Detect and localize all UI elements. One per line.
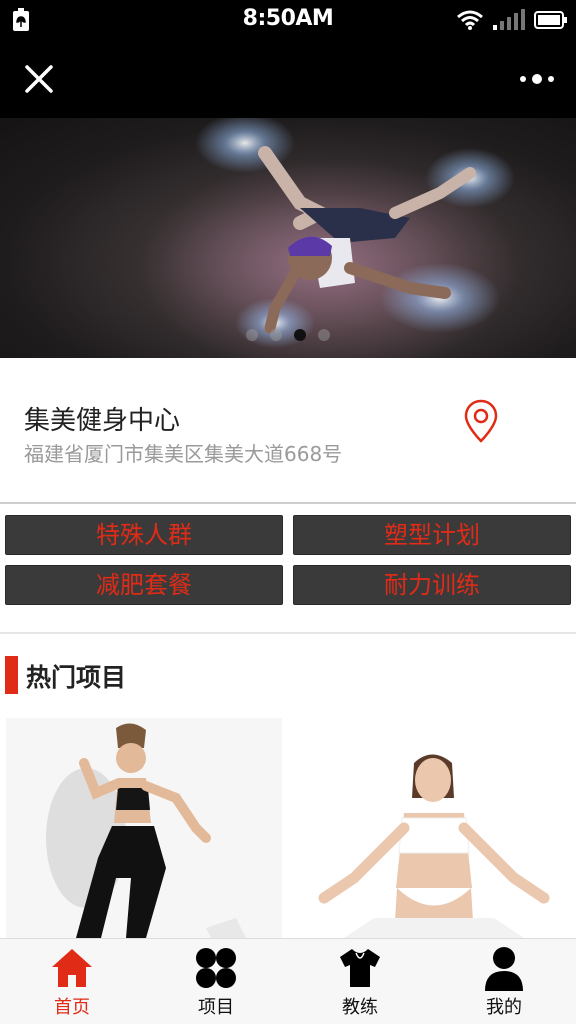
program-card[interactable] xyxy=(294,718,570,938)
tab-coaches[interactable]: 教练 xyxy=(288,939,432,1024)
tab-home[interactable]: 首页 xyxy=(0,939,144,1024)
divider xyxy=(0,632,576,634)
location-pin-icon[interactable] xyxy=(462,398,500,444)
home-icon xyxy=(52,949,92,987)
venue-info: 集美健身中心 福建省厦门市集美区集美大道668号 xyxy=(0,358,576,502)
bottom-tab-bar: 首页 项目 教练 我的 xyxy=(0,938,576,1024)
tab-mine[interactable]: 我的 xyxy=(432,939,576,1024)
category-button-shaping-plan[interactable]: 塑型计划 xyxy=(293,515,571,555)
tab-label: 我的 xyxy=(486,997,522,1018)
status-bar: 8:50AM xyxy=(0,0,576,40)
tab-label: 项目 xyxy=(198,997,234,1018)
user-icon xyxy=(485,947,523,991)
category-button-weight-loss[interactable]: 减肥套餐 xyxy=(5,565,283,605)
venue-name: 集美健身中心 xyxy=(24,406,181,436)
close-icon[interactable] xyxy=(22,62,56,96)
program-card[interactable] xyxy=(6,718,282,938)
shirt-icon xyxy=(340,949,380,987)
tab-projects[interactable]: 项目 xyxy=(144,939,288,1024)
banner-carousel[interactable] xyxy=(0,118,576,358)
carousel-dot[interactable] xyxy=(270,329,282,341)
category-button-special-groups[interactable]: 特殊人群 xyxy=(5,515,283,555)
divider xyxy=(0,502,576,504)
carousel-dot[interactable] xyxy=(246,329,258,341)
section-accent-bar xyxy=(5,656,18,694)
section-title: 热门项目 xyxy=(26,663,127,692)
carousel-dot[interactable] xyxy=(318,329,330,341)
nav-bar xyxy=(0,40,576,118)
grid-icon xyxy=(196,948,236,988)
program-image xyxy=(318,754,550,938)
category-button-endurance[interactable]: 耐力训练 xyxy=(293,565,571,605)
battery-icon xyxy=(534,11,567,29)
signal-icon xyxy=(493,9,525,30)
tab-label: 教练 xyxy=(342,997,378,1018)
tab-label: 首页 xyxy=(54,997,90,1018)
banner-image xyxy=(140,118,520,358)
wifi-icon xyxy=(457,10,483,30)
more-icon[interactable] xyxy=(518,70,556,88)
venue-address: 福建省厦门市集美区集美大道668号 xyxy=(24,442,343,466)
carousel-dot-active[interactable] xyxy=(294,329,306,341)
carousel-indicator xyxy=(0,329,576,341)
status-time: 8:50AM xyxy=(242,6,334,31)
program-image xyxy=(46,723,246,938)
